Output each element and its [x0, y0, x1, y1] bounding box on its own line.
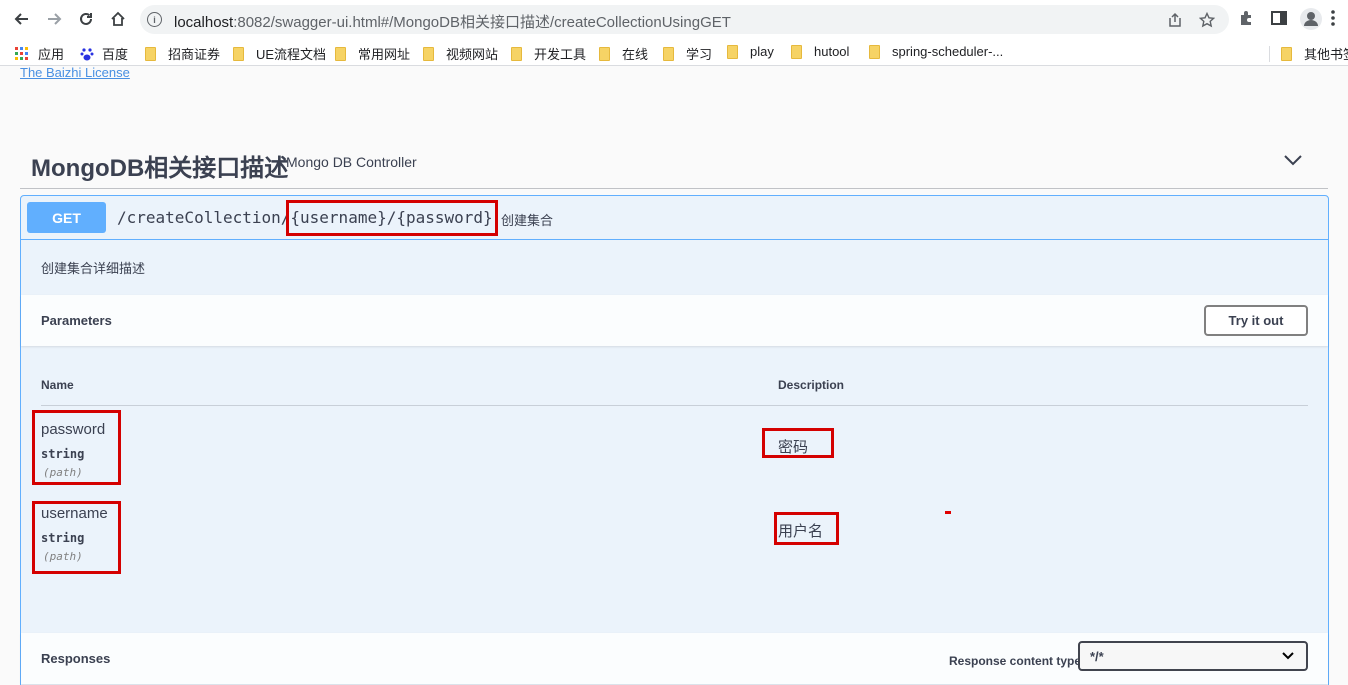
- collapse-chevron-icon[interactable]: [1283, 153, 1303, 167]
- profile-avatar-icon[interactable]: [1300, 8, 1322, 30]
- bookmark-folder[interactable]: play: [727, 44, 774, 59]
- tag-title[interactable]: MongoDB相关接口描述: [31, 148, 288, 183]
- chevron-down-icon: [1282, 652, 1294, 660]
- bookmark-label: 招商证券: [168, 47, 221, 62]
- folder-icon: [869, 44, 880, 59]
- select-value: */*: [1090, 648, 1104, 664]
- license-link[interactable]: The Baizhi License: [20, 67, 130, 80]
- address-bar[interactable]: i localhost:8082/swagger-ui.html#/MongoD…: [140, 5, 1229, 34]
- folder-icon: [423, 46, 434, 61]
- bookmark-label: spring-scheduler-...: [892, 44, 1004, 59]
- bookmark-divider: [1269, 46, 1270, 62]
- bookmark-label: 常用网址: [358, 47, 411, 62]
- share-icon[interactable]: [1167, 12, 1183, 28]
- highlight-box-desc-password: [762, 428, 834, 458]
- swagger-page: The Baizhi License MongoDB相关接口描述 Mongo D…: [0, 67, 1348, 685]
- bookmark-apps[interactable]: 应用: [15, 44, 64, 63]
- bookmark-label: 在线: [622, 47, 649, 62]
- bookmark-label: 百度: [102, 47, 129, 62]
- reload-icon[interactable]: [76, 9, 96, 29]
- bookmark-folder[interactable]: 招商证券: [145, 44, 220, 63]
- response-content-type-select[interactable]: */*: [1078, 641, 1308, 671]
- folder-icon: [727, 44, 738, 59]
- bookmark-folder[interactable]: 开发工具: [511, 44, 586, 63]
- bookmark-label: UE流程文档: [256, 47, 327, 62]
- bookmark-star-icon[interactable]: [1198, 11, 1216, 28]
- site-info-icon[interactable]: i: [147, 12, 162, 27]
- highlight-box-param-username: [32, 501, 121, 574]
- bookmark-label: 开发工具: [534, 47, 587, 62]
- bookmark-label: 学习: [686, 47, 713, 62]
- folder-icon: [663, 46, 674, 61]
- bookmark-folder[interactable]: UE流程文档: [233, 44, 326, 63]
- forward-arrow-icon[interactable]: [44, 9, 64, 29]
- folder-icon: [233, 46, 244, 61]
- back-arrow-icon[interactable]: [12, 9, 32, 29]
- bookmark-label: 应用: [38, 47, 65, 62]
- method-badge: GET: [27, 202, 106, 233]
- url-text: localhost:8082/swagger-ui.html#/MongoDB相…: [174, 14, 731, 31]
- responses-title: Responses: [41, 651, 111, 666]
- operation-summary-text: 创建集合: [501, 213, 554, 228]
- operation-summary[interactable]: GET /createCollection/{username}/{passwo…: [21, 196, 1328, 240]
- bookmark-folder[interactable]: 学习: [663, 44, 712, 63]
- try-it-out-button[interactable]: Try it out: [1204, 305, 1308, 336]
- side-panel-icon[interactable]: [1270, 9, 1290, 29]
- bookmark-folder[interactable]: spring-scheduler-...: [869, 44, 1003, 59]
- browser-menu-icon[interactable]: [1330, 9, 1348, 29]
- folder-icon: [1281, 46, 1292, 61]
- folder-icon: [599, 46, 610, 61]
- tag-description: Mongo DB Controller: [286, 154, 417, 170]
- columns-divider: [41, 405, 1308, 406]
- extensions-puzzle-icon[interactable]: [1238, 9, 1258, 29]
- folder-icon: [335, 46, 346, 61]
- bookmark-folder[interactable]: 在线: [599, 44, 648, 63]
- column-header-description: Description: [778, 378, 845, 392]
- annotation-mark: [945, 511, 951, 514]
- home-icon[interactable]: [108, 9, 128, 29]
- bookmark-folder[interactable]: 常用网址: [335, 44, 410, 63]
- folder-icon: [511, 46, 522, 61]
- bookmark-folder[interactable]: hutool: [791, 44, 849, 59]
- highlight-box-path-params: [286, 200, 498, 236]
- parameters-header: Parameters Try it out: [21, 295, 1328, 346]
- bookmarks-bar: 应用 百度 招商证券 UE流程文档 常用网址 视频网站 开发工具 在线 学习 p…: [0, 38, 1348, 66]
- folder-icon: [791, 44, 802, 59]
- operation-description: 创建集合详细描述: [41, 261, 146, 276]
- bookmark-label: 其他书签: [1304, 47, 1348, 62]
- bookmark-label: hutool: [814, 44, 850, 59]
- folder-icon: [145, 46, 156, 61]
- bookmark-folder[interactable]: 视频网站: [423, 44, 498, 63]
- tag-divider: [20, 188, 1328, 189]
- highlight-box-desc-username: [774, 512, 839, 545]
- highlight-box-param-password: [32, 410, 121, 485]
- column-header-name: Name: [41, 378, 74, 392]
- operation-block-get: GET /createCollection/{username}/{passwo…: [20, 195, 1329, 685]
- baidu-paw-icon: [80, 47, 94, 60]
- apps-grid-icon: [15, 46, 28, 60]
- bookmark-label: 视频网站: [446, 47, 499, 62]
- bookmark-label: play: [750, 44, 774, 59]
- response-content-type-label: Response content type: [949, 654, 1082, 668]
- browser-toolbar: i localhost:8082/swagger-ui.html#/MongoD…: [0, 0, 1348, 38]
- parameters-title: Parameters: [41, 313, 112, 328]
- bookmark-other[interactable]: 其他书签: [1281, 44, 1348, 63]
- bookmark-baidu[interactable]: 百度: [80, 44, 128, 63]
